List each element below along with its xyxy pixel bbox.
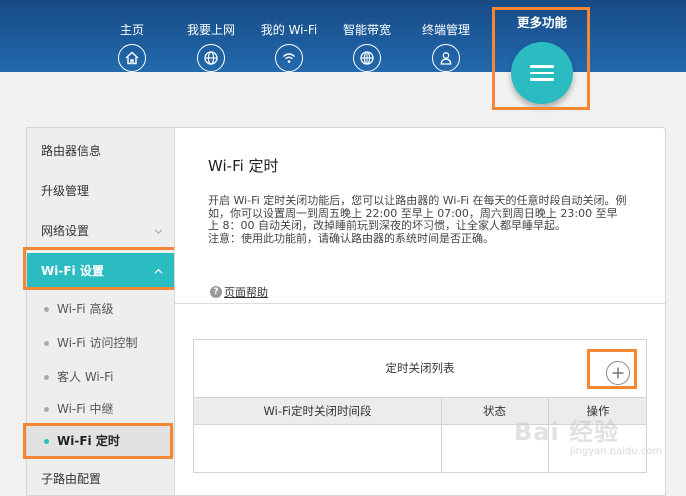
table-title: 定时关闭列表 [385, 361, 455, 375]
watermark-logo: Bai 经验 [514, 418, 620, 446]
sidebar-item-network[interactable]: 网络设置 [27, 213, 175, 249]
column-header-time-period: Wi-Fi定时关闭时间段 [263, 404, 372, 418]
sidebar-item-label: Wi-Fi 设置 [41, 264, 104, 278]
watermark-url: jingyan.baidu.com [570, 446, 663, 457]
menu-icon [530, 61, 554, 85]
sidebar-subitem-guest-wifi[interactable]: 客人 Wi-Fi [27, 362, 175, 392]
sidebar-item-label: 路由器信息 [41, 144, 102, 158]
sidebar-item-wifi-settings[interactable]: Wi-Fi 设置 [27, 253, 175, 289]
add-timer-button[interactable] [606, 361, 630, 385]
bullet-icon [44, 341, 49, 346]
divider [175, 303, 665, 304]
wifi-icon [275, 44, 303, 72]
more-functions-button[interactable] [511, 42, 573, 104]
sidebar-item-label: 升级管理 [41, 184, 90, 198]
plus-icon [612, 367, 624, 379]
sidebar-subitem-label: Wi-Fi 访问控制 [57, 336, 138, 350]
nav-devices-label: 终端管理 [421, 23, 470, 37]
chevron-down-icon [154, 229, 163, 235]
bullet-icon [44, 407, 49, 412]
sidebar-item-router-info[interactable]: 路由器信息 [27, 133, 175, 169]
globe-icon [197, 44, 225, 72]
sidebar-item-label: 子路由配置 [41, 472, 102, 486]
description-note: 注意：使用此功能前，请确认路由器的系统时间是否正确。 [208, 231, 494, 245]
sidebar-subitem-label: Wi-Fi 高级 [57, 302, 114, 316]
sidebar-subitem-label: Wi-Fi 中继 [57, 402, 114, 416]
bandwidth-icon [353, 44, 381, 72]
home-icon [118, 44, 146, 72]
column-divider [441, 397, 442, 473]
page-help-link[interactable]: 页面帮助 [224, 284, 268, 300]
sidebar-subitem-access-control[interactable]: Wi-Fi 访问控制 [27, 328, 175, 358]
sidebar-item-sub-router[interactable]: 子路由配置 [27, 461, 175, 496]
nav-internet-label: 我要上网 [186, 23, 235, 37]
bullet-icon [44, 307, 49, 312]
sidebar-item-upgrade[interactable]: 升级管理 [27, 173, 175, 209]
sidebar-subitem-label: 客人 Wi-Fi [57, 370, 114, 384]
nav-bandwidth-label: 智能带宽 [342, 23, 391, 37]
chevron-up-icon [154, 268, 163, 274]
user-icon [432, 44, 460, 72]
sidebar: 路由器信息 升级管理 网络设置 Wi-Fi 设置 Wi-Fi 高级 Wi-Fi … [26, 127, 175, 496]
bullet-icon [44, 375, 49, 380]
sidebar-subitem-label: Wi-Fi 定时 [57, 434, 120, 448]
sidebar-subitem-wifi-advanced[interactable]: Wi-Fi 高级 [27, 294, 175, 324]
description-text: 开启 Wi-Fi 定时关闭功能后，您可以让路由器的 Wi-Fi 在每天的任意时段… [208, 194, 627, 232]
sidebar-subitem-wifi-relay[interactable]: Wi-Fi 中继 [27, 394, 175, 424]
page-description: 开启 Wi-Fi 定时关闭功能后，您可以让路由器的 Wi-Fi 在每天的任意时段… [208, 194, 628, 245]
nav-more-label: 更多功能 [516, 15, 567, 30]
question-icon: ? [210, 286, 222, 298]
nav-my-wifi-label: 我的 Wi-Fi [260, 23, 318, 37]
nav-home-label: 主页 [119, 23, 144, 37]
sidebar-subitem-wifi-timer[interactable]: Wi-Fi 定时 [27, 426, 175, 456]
page-title: Wi-Fi 定时 [208, 157, 279, 175]
page-help[interactable]: ? 页面帮助 [210, 284, 268, 300]
bullet-icon [44, 439, 49, 444]
sidebar-item-label: 网络设置 [41, 224, 90, 238]
top-navigation-bar: 主页 我要上网 我的 Wi-Fi 智能带宽 终端管理 更多功能 [0, 0, 686, 72]
